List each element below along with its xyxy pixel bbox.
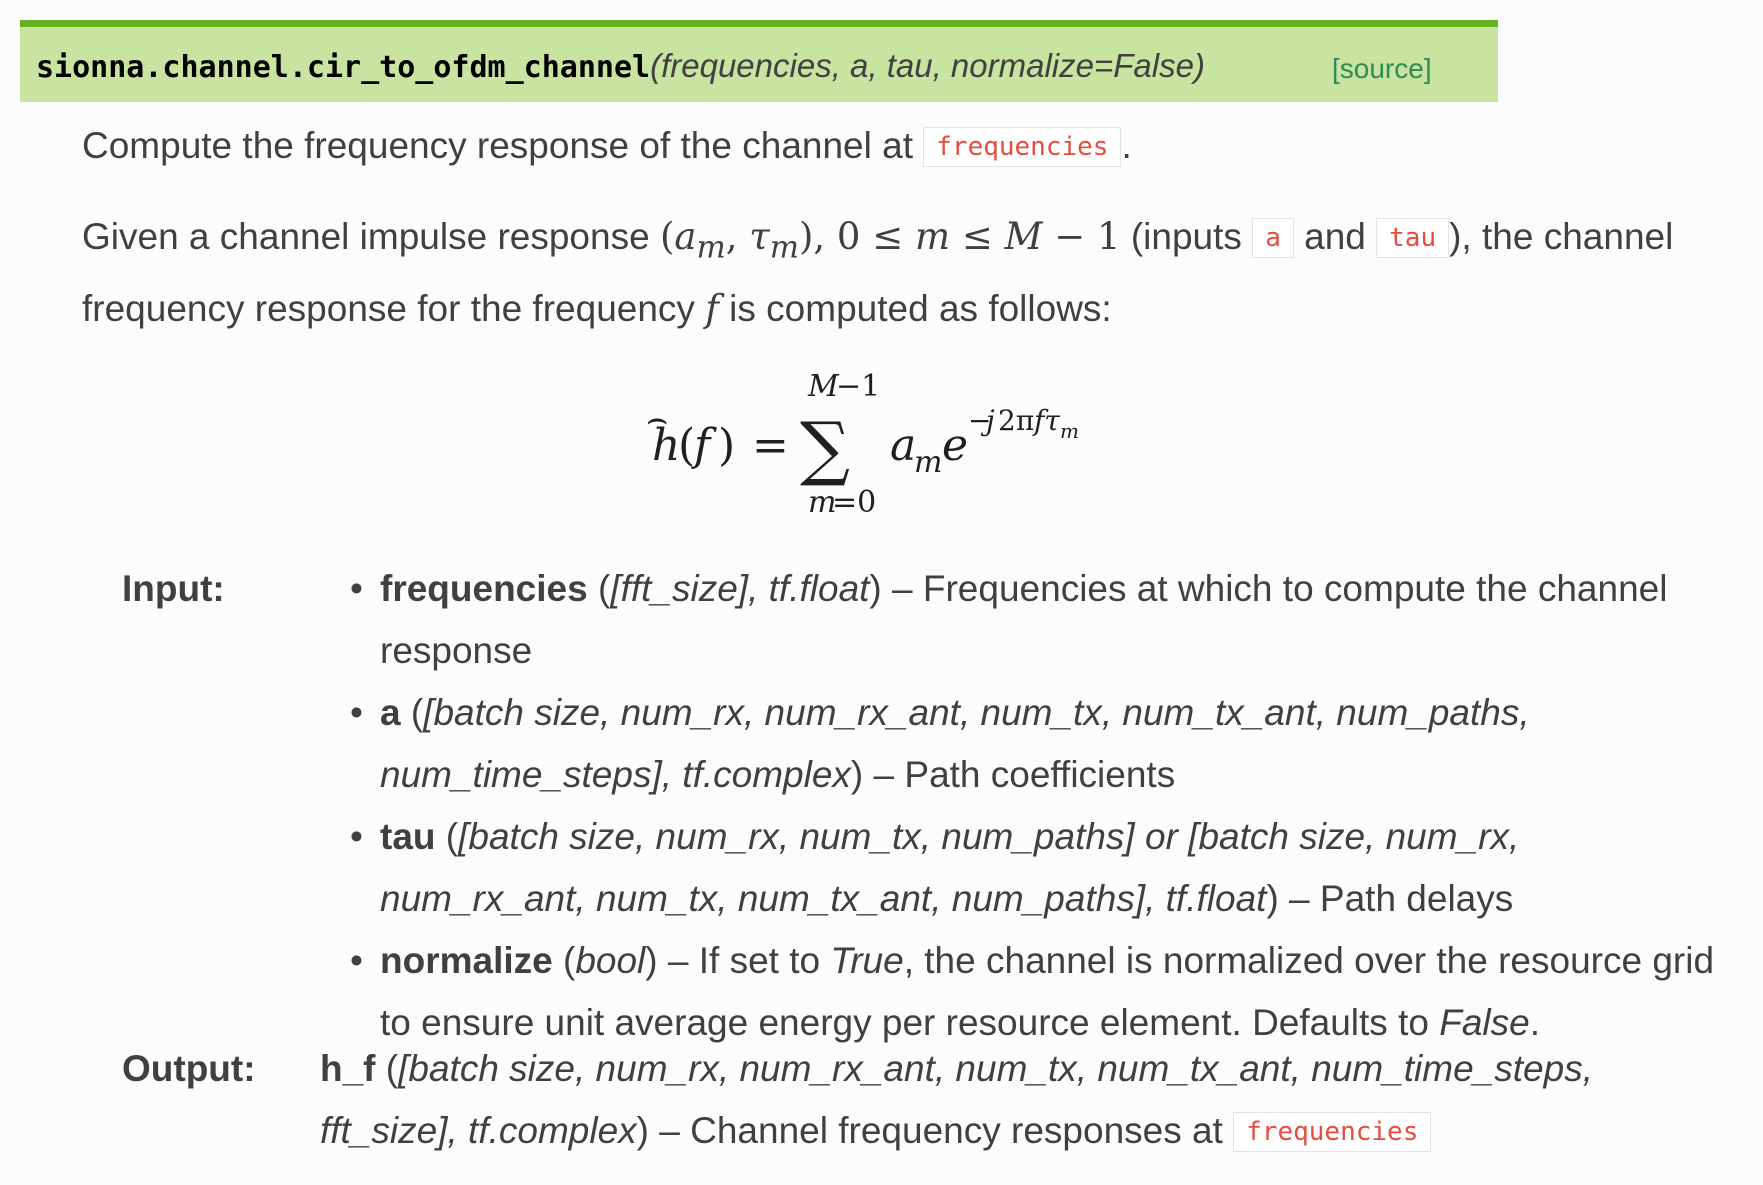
svg-text:m: m bbox=[914, 445, 942, 480]
output-description: h_f ([batch size, num_rx, num_rx_ant, nu… bbox=[320, 1048, 1593, 1152]
output-name: h_f bbox=[320, 1048, 376, 1089]
output-label: Output: bbox=[122, 1048, 256, 1089]
param-name: a bbox=[380, 692, 401, 733]
param-type: bool bbox=[575, 940, 646, 981]
svg-text:2π: 2π bbox=[998, 404, 1034, 437]
svg-text:−1: −1 bbox=[836, 370, 880, 404]
param-desc: – Path coefficients bbox=[863, 754, 1176, 795]
description-line-1: Compute the frequency response of the ch… bbox=[82, 125, 1132, 167]
svg-text:e: e bbox=[942, 420, 968, 471]
list-item: • normalize (bool) – If set to True, the… bbox=[350, 940, 1715, 1043]
param-name: normalize bbox=[380, 940, 553, 981]
code-frequencies-output: frequencies bbox=[1233, 1112, 1432, 1152]
param-desc: – Path delays bbox=[1278, 878, 1514, 919]
math-f: f bbox=[705, 287, 719, 331]
function-name: sionna.channel.cir_to_ofdm_channel bbox=[36, 50, 651, 85]
math-cir-tuple: (am, τm), 0 ≤ m ≤ M − 1 bbox=[659, 215, 1121, 266]
svg-text:a: a bbox=[890, 420, 916, 471]
list-item: • a ([batch size, num_rx, num_rx_ant, nu… bbox=[350, 692, 1530, 795]
svg-text:m: m bbox=[1060, 419, 1079, 443]
description-paragraph-2: Given a channel impulse response (am, τm… bbox=[82, 215, 1674, 331]
param-name: frequencies bbox=[380, 568, 588, 609]
function-signature: sionna.channel.cir_to_ofdm_channel(frequ… bbox=[20, 20, 1498, 102]
list-item: • tau ([batch size, num_rx, num_tx, num_… bbox=[350, 816, 1520, 919]
param-type: [fft_size], tf.float bbox=[610, 568, 870, 609]
code-a: a bbox=[1252, 218, 1294, 258]
svg-text:⌢: ⌢ bbox=[646, 399, 668, 439]
svg-text:): ) bbox=[718, 420, 735, 471]
list-item: • frequencies ([fft_size], tf.float) – F… bbox=[350, 568, 1668, 671]
frequency-response-equation: h ⌢ ( f ) = M −1 ∑ m =0 a m e − j 2π fτ … bbox=[640, 369, 1120, 530]
svg-text:f: f bbox=[691, 420, 717, 471]
svg-text:fτ: fτ bbox=[1032, 404, 1060, 437]
function-params: (frequencies, a, tau, normalize=False) bbox=[650, 47, 1205, 84]
input-list: • frequencies ([fft_size], tf.float) – F… bbox=[350, 558, 1730, 1054]
source-link[interactable]: [source] bbox=[1332, 53, 1432, 85]
svg-text:=: = bbox=[752, 420, 789, 471]
code-tau: tau bbox=[1376, 218, 1450, 258]
param-name: tau bbox=[380, 816, 436, 857]
code-frequencies: frequencies bbox=[923, 127, 1122, 167]
svg-text:=0: =0 bbox=[832, 485, 876, 520]
input-label: Input: bbox=[122, 568, 225, 609]
svg-text:(: ( bbox=[678, 420, 695, 471]
svg-text:∑: ∑ bbox=[800, 407, 850, 489]
